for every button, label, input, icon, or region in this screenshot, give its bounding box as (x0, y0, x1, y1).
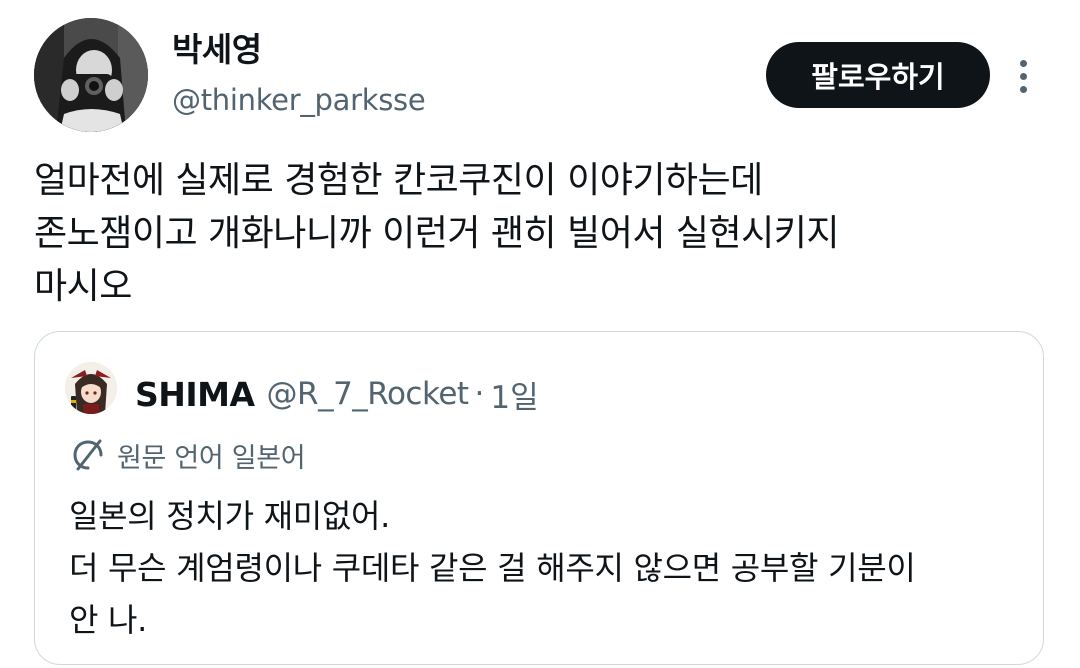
quoted-line: 더 무슨 계엄령이나 쿠데타 같은 걸 해주지 않으면 공부할 기분이 (69, 549, 916, 587)
translation-label: 원문 언어 일본어 (117, 442, 306, 474)
translation-indicator[interactable]: 원문 언어 일본어 (69, 435, 306, 475)
tweet-line: 존노잼이고 개화나니까 이런거 괜히 빌어서 실현시키지 (34, 213, 839, 254)
quoted-author-avatar[interactable] (65, 362, 117, 414)
quoted-line: 일본의 정치가 재미없어. (69, 497, 391, 535)
vertical-ellipsis-icon (1019, 59, 1027, 67)
author-avatar[interactable] (34, 18, 148, 132)
quoted-line: 안 나. (69, 601, 148, 639)
header-separator: · (474, 376, 485, 412)
quoted-tweet-card[interactable]: SHIMA @R_7_Rocket · 1일 원문 언어 일본어 일본의 정치가… (34, 331, 1044, 665)
quoted-display-name[interactable]: SHIMA (135, 375, 255, 414)
quoted-tweet-body: 일본의 정치가 재미없어. 더 무슨 계엄령이나 쿠데타 같은 걸 해주지 않으… (69, 490, 1029, 646)
author-handle[interactable]: @thinker_parksse (172, 80, 426, 120)
author-display-name[interactable]: 박세영 (172, 28, 262, 72)
vertical-ellipsis-icon (1019, 72, 1027, 80)
profile-photo-with-camera-icon (34, 18, 148, 132)
tweet-line: 얼마전에 실제로 경험한 칸코쿠진이 이야기하는데 (34, 160, 763, 201)
quoted-handle[interactable]: @R_7_Rocket (267, 376, 470, 412)
vertical-ellipsis-icon (1019, 85, 1027, 93)
quoted-tweet-header: SHIMA @R_7_Rocket · 1일 (135, 372, 539, 416)
quoted-timestamp[interactable]: 1일 (490, 372, 538, 417)
tweet-line: 마시오 (34, 266, 132, 307)
more-options-button[interactable] (1006, 54, 1040, 98)
follow-button[interactable]: 팔로우하기 (766, 42, 990, 108)
translate-slash-icon (73, 439, 103, 471)
tweet-body: 얼마전에 실제로 경험한 칸코쿠진이 이야기하는데 존노잼이고 개화나니까 이런… (34, 154, 1034, 313)
anime-character-avatar-icon (65, 362, 117, 414)
